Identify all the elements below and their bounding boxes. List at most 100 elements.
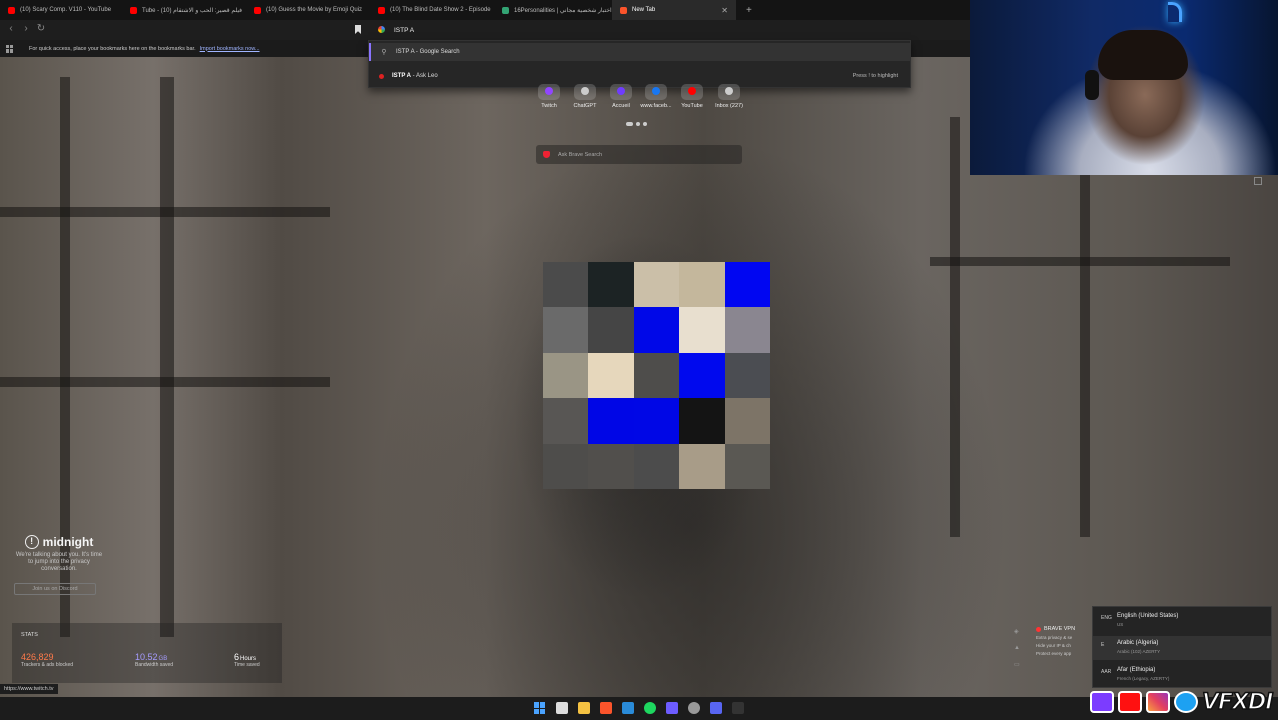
vpn-title: BRAVE VPN (1044, 626, 1076, 632)
forward-icon[interactable]: › (19, 23, 33, 34)
top-site-label: Twitch (541, 103, 557, 109)
taskbar (0, 697, 1278, 720)
twitch-icon (1090, 691, 1114, 713)
steam-icon[interactable] (688, 702, 700, 714)
join-discord-button[interactable]: Join us on Discord (14, 583, 96, 595)
language-option-afar[interactable]: AAR Afar (Ethiopia) French (Legacy, AZER… (1093, 663, 1271, 687)
mosaic-cell (633, 307, 680, 353)
brave-search-placeholder: Ask Brave Search (558, 151, 603, 158)
language-code: E (1101, 642, 1105, 648)
top-site-twitch[interactable]: Twitch (529, 84, 569, 109)
suggestion-google-search[interactable]: ⚲ ISTP A - Google Search (369, 43, 910, 61)
import-bookmarks-link[interactable]: Import bookmarks now... (200, 46, 260, 52)
pixelated-censor-block (543, 262, 770, 489)
top-site-label: YouTube (681, 103, 703, 109)
language-name: Afar (Ethiopia) (1117, 667, 1156, 673)
language-code: AAR (1101, 669, 1112, 675)
mosaic-cell (679, 398, 725, 444)
folder-icon[interactable] (578, 702, 590, 714)
midnight-logo-icon: ! (24, 535, 39, 549)
personalities-icon (502, 6, 509, 14)
mosaic-cell (633, 262, 680, 308)
top-site-chatgpt[interactable]: ChatGPT (565, 84, 605, 109)
expand-icon[interactable] (1254, 177, 1262, 185)
brave-icon[interactable] (600, 702, 612, 714)
search-icon: ⚲ (381, 49, 387, 56)
shield-icon[interactable]: ◈ (1014, 628, 1020, 635)
stat-bandwidth: 10.52GB Bandwidth saved (135, 652, 173, 668)
language-code: ENG (1101, 615, 1112, 621)
twitch-icon (545, 87, 553, 95)
up-arrow-icon[interactable]: ▲ (1014, 645, 1020, 651)
language-name: Arabic (Algeria) (1117, 640, 1159, 646)
screen: { "tabs": [ {"label": "(10) Scary Comp. … (0, 0, 1278, 720)
midnight-text: We're talking about you. It's time to ju… (15, 552, 103, 572)
spotify-icon[interactable] (644, 702, 656, 714)
new-tab-button[interactable]: + (736, 5, 762, 16)
youtube-icon (688, 87, 696, 95)
tab-0[interactable]: (10) Scary Comp. V110 - YouTube (0, 0, 122, 20)
mosaic-cell (633, 443, 680, 489)
tab-label: (10) Scary Comp. V110 - YouTube (20, 7, 112, 13)
mosaic-cell (543, 262, 589, 308)
mosaic-cell (679, 443, 725, 489)
top-site-label: ChatGPT (573, 103, 597, 109)
mosaic-cell (724, 398, 770, 444)
top-site-inbox[interactable]: Inbox (227) (709, 84, 749, 109)
top-site-accueil[interactable]: Accueil (601, 84, 641, 109)
brave-icon (620, 6, 627, 14)
close-tab-icon[interactable]: ✕ (721, 6, 728, 15)
pager-dot[interactable] (643, 122, 647, 126)
brave-search-box[interactable]: Ask Brave Search (536, 145, 742, 164)
time-value: 6 (234, 652, 240, 662)
keyboard-layout: French (Legacy, AZERTY) (1117, 676, 1170, 681)
google-icon (378, 26, 385, 33)
top-site-facebook[interactable]: www.faceb... (636, 84, 676, 109)
mosaic-cell (588, 352, 634, 399)
app-icon[interactable] (666, 702, 678, 714)
app-icon[interactable] (556, 702, 568, 714)
suggestion-query: ISTP A (396, 49, 415, 55)
leo-icon (379, 73, 384, 79)
language-option-arabic[interactable]: E Arabic (Algeria) Arabic (102) AZERTY (1093, 636, 1271, 660)
tab-label: Tube - فيلم قصير: الحب و الاشتقام (10) (142, 7, 242, 14)
chatgpt-icon (581, 87, 589, 95)
tab-new-tab[interactable]: New Tab ✕ (612, 0, 736, 20)
pager-dot[interactable] (626, 122, 633, 126)
mosaic-cell (679, 307, 725, 353)
suggestion-source: - Ask Leo (411, 73, 438, 79)
windows-start-icon[interactable] (534, 702, 546, 714)
mosaic-cell (724, 352, 770, 399)
back-icon[interactable]: ‹ (4, 23, 18, 34)
top-sites-pager[interactable] (626, 122, 647, 126)
window-icon[interactable]: ▭ (1014, 661, 1020, 668)
tab-label: (10) Guess the Movie by Emoji Quiz (266, 7, 363, 13)
apps-icon[interactable] (6, 44, 14, 53)
tab-1[interactable]: Tube - فيلم قصير: الحب و الاشتقام (10) (122, 0, 246, 20)
suggestion-query: ISTP A (392, 73, 412, 79)
twitter-icon (1174, 691, 1198, 713)
top-site-label: www.faceb... (640, 103, 672, 109)
top-site-youtube[interactable]: YouTube (672, 84, 712, 109)
tab-label: New Tab (632, 7, 656, 13)
pager-dot[interactable] (636, 122, 640, 126)
accueil-icon (617, 87, 625, 95)
bookmarks-message: For quick access, place your bookmarks h… (29, 45, 196, 52)
headset (1085, 70, 1099, 100)
language-option-english[interactable]: ENG English (United States) US (1093, 609, 1271, 633)
tab-4[interactable]: 16Personalities | اختبار شخصية مجاني (494, 0, 612, 20)
telegram-icon[interactable] (622, 702, 634, 714)
tab-2[interactable]: (10) Guess the Movie by Emoji Quiz (246, 0, 370, 20)
suggestion-ask-leo[interactable]: ISTP A - Ask Leo Press ! to highlight (369, 67, 910, 85)
youtube-icon (130, 6, 137, 14)
side-icons: ◈ ▲ ▭ (1014, 628, 1020, 668)
tab-3[interactable]: (10) The Blind Date Show 2 - Episode (370, 0, 494, 20)
app-icon[interactable] (732, 702, 744, 714)
discord-icon[interactable] (710, 702, 722, 714)
mail-icon (725, 87, 733, 95)
reload-icon[interactable]: ↻ (34, 23, 48, 34)
mosaic-cell (724, 443, 770, 489)
address-bar[interactable] (370, 22, 910, 38)
mosaic-cell (543, 307, 589, 353)
youtube-icon (378, 6, 385, 14)
